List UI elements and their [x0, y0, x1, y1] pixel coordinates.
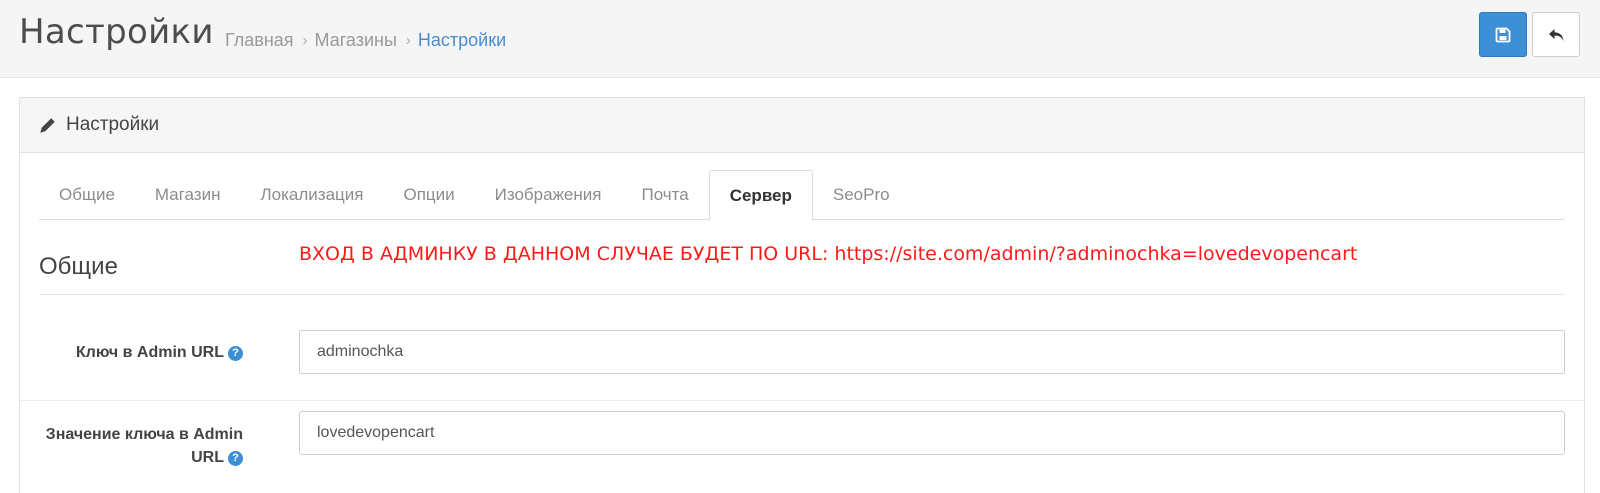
tab-localisation[interactable]: Локализация — [240, 170, 383, 220]
admin-key-value-label: Значение ключа в Admin URL? — [46, 423, 243, 469]
help-icon[interactable]: ? — [228, 346, 243, 361]
tab-seopro[interactable]: SeoPro — [813, 170, 910, 220]
tab-store[interactable]: Магазин — [135, 170, 241, 220]
breadcrumb-separator: › — [302, 32, 308, 49]
pencil-icon — [40, 117, 55, 133]
tab-server[interactable]: Сервер — [708, 170, 813, 221]
admin-key-value-label-line2: URL — [191, 449, 224, 466]
save-button[interactable] — [1479, 12, 1527, 57]
page-header: Настройки Главная › Магазины › Настройки — [0, 0, 1600, 78]
breadcrumb: Главная › Магазины › Настройки — [225, 30, 506, 51]
panel-title: Настройки — [66, 114, 160, 135]
breadcrumb-stores[interactable]: Магазины — [315, 30, 397, 51]
form-row-divider — [20, 400, 1584, 401]
tab-general[interactable]: Общие — [39, 170, 135, 220]
section-divider — [39, 294, 1565, 295]
admin-key-label: Ключ в Admin URL? — [76, 341, 243, 364]
section-legend: Общие — [39, 253, 118, 280]
breadcrumb-settings[interactable]: Настройки — [418, 30, 506, 51]
settings-panel: Настройки Общие Магазин Локализация Опци… — [19, 97, 1585, 493]
tab-images[interactable]: Изображения — [475, 170, 622, 220]
admin-key-value-input[interactable] — [299, 411, 1565, 455]
admin-key-input[interactable] — [299, 330, 1565, 374]
reply-arrow-icon — [1548, 28, 1563, 41]
breadcrumb-separator: › — [405, 32, 411, 49]
help-icon[interactable]: ? — [228, 451, 243, 466]
floppy-disk-icon — [1495, 27, 1511, 42]
tab-mail[interactable]: Почта — [621, 170, 708, 220]
settings-tabs: Общие Магазин Локализация Опции Изображе… — [39, 170, 1565, 221]
page-title: Настройки — [19, 12, 214, 52]
back-button[interactable] — [1532, 12, 1580, 57]
admin-url-notice: ВХОД В АДМИНКУ В ДАННОМ СЛУЧАЕ БУДЕТ ПО … — [299, 243, 1358, 265]
admin-key-label-text: Ключ в Admin URL — [75, 344, 224, 361]
tab-options[interactable]: Опции — [383, 170, 474, 220]
admin-key-value-label-line1: Значение ключа в Admin — [45, 426, 243, 443]
panel-heading: Настройки — [20, 98, 1584, 153]
breadcrumb-home[interactable]: Главная — [225, 30, 294, 51]
